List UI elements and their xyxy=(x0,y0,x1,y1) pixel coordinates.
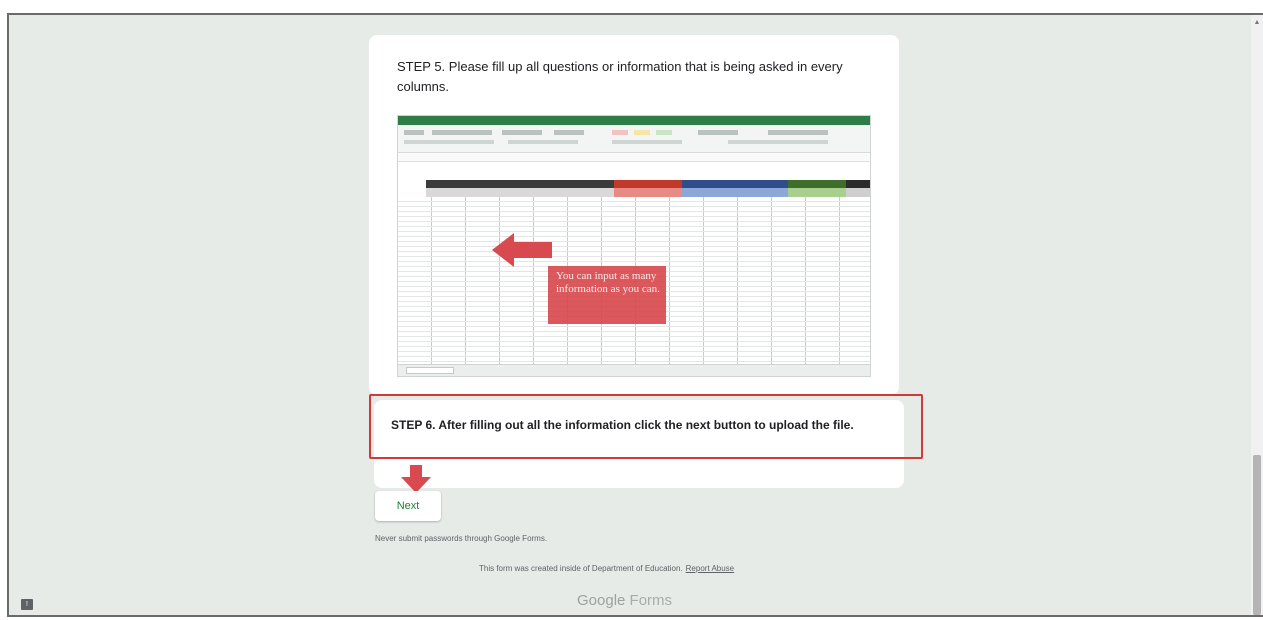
feedback-icon[interactable]: ! xyxy=(21,599,33,610)
brand-forms: Forms xyxy=(629,592,673,609)
header-section-dark xyxy=(846,180,870,188)
spreadsheet-callout: You can input as many information as you… xyxy=(548,266,666,324)
form-created-notice: This form was created inside of Departme… xyxy=(479,564,734,573)
header-section-green xyxy=(788,180,846,188)
left-arrow-icon xyxy=(492,233,552,267)
password-warning: Never submit passwords through Google Fo… xyxy=(375,534,548,543)
subheader-section-green xyxy=(788,188,846,197)
report-abuse-link[interactable]: Report Abuse xyxy=(686,564,734,573)
scrollbar-thumb[interactable] xyxy=(1253,455,1261,615)
step5-instruction: STEP 5. Please fill up all questions or … xyxy=(397,59,843,94)
down-arrow-icon xyxy=(401,465,431,493)
sheet-tab xyxy=(406,367,454,374)
excel-ribbon-tabs xyxy=(398,116,870,125)
created-text: This form was created inside of Departme… xyxy=(479,564,683,573)
next-button[interactable]: Next xyxy=(375,491,441,521)
excel-formula-bar xyxy=(398,154,870,162)
header-section-red xyxy=(614,180,682,188)
subheader-section-blue xyxy=(682,188,788,197)
google-forms-logo[interactable]: Google Forms xyxy=(577,592,672,609)
callout-text: You can input as many information as you… xyxy=(556,270,660,295)
spreadsheet-screenshot: You can input as many information as you… xyxy=(397,115,871,377)
browser-viewport: STEP 5. Please fill up all questions or … xyxy=(7,13,1263,617)
header-section-blue xyxy=(682,180,788,188)
step5-card: STEP 5. Please fill up all questions or … xyxy=(369,35,899,395)
page-scrollbar[interactable]: ▲ xyxy=(1251,15,1263,615)
subheader-personal-info xyxy=(426,188,614,197)
subheader-section-red xyxy=(614,188,682,197)
sheet-tabs-bar xyxy=(398,364,870,376)
step6-instruction: STEP 6. After filling out all the inform… xyxy=(391,418,854,432)
excel-ribbon xyxy=(398,125,870,153)
header-personal-info xyxy=(426,180,614,188)
step6-highlight-box: STEP 6. After filling out all the inform… xyxy=(369,394,923,459)
subheader-section-dark xyxy=(846,188,870,197)
brand-google: Google xyxy=(577,592,626,609)
scroll-up-icon[interactable]: ▲ xyxy=(1253,19,1261,27)
